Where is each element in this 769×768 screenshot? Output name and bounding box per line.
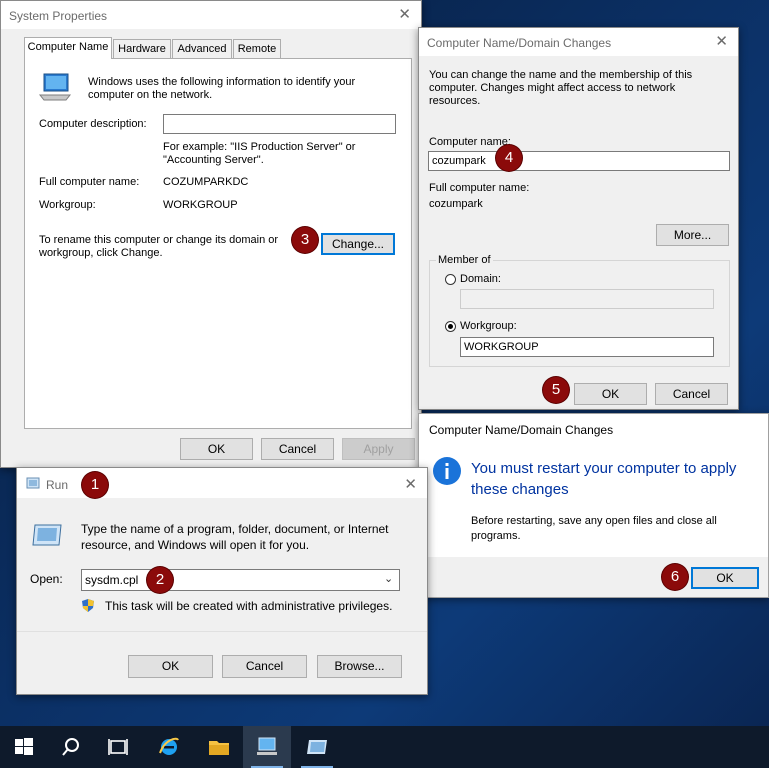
tab-remote[interactable]: Remote: [233, 39, 281, 58]
run-description: Type the name of a program, folder, docu…: [81, 522, 389, 552]
window-title: Run: [46, 478, 69, 492]
tab-advanced[interactable]: Advanced: [172, 39, 232, 58]
full-computer-name-label: Full computer name:: [429, 182, 530, 194]
file-explorer-button[interactable]: [195, 726, 243, 768]
step-badge-2: 2: [147, 567, 173, 593]
intro-text: You can change the name and the membersh…: [429, 69, 693, 107]
workgroup-label: Workgroup:: [39, 199, 96, 211]
workgroup-label: Workgroup:: [460, 320, 517, 332]
open-label: Open:: [30, 572, 63, 586]
apply-button[interactable]: Apply: [342, 438, 415, 460]
computer-icon: [257, 737, 277, 755]
start-button[interactable]: [0, 726, 48, 768]
step-badge-1: 1: [82, 472, 108, 498]
restart-dialog: Computer Name/Domain Changes You must re…: [418, 413, 769, 598]
tab-hardware[interactable]: Hardware: [113, 39, 171, 58]
run-taskbar-button[interactable]: [293, 726, 341, 768]
info-icon: [432, 456, 462, 489]
title-bar[interactable]: Run ✕: [17, 468, 427, 498]
step-badge-6: 6: [662, 564, 688, 590]
search-icon: [62, 738, 79, 756]
folder-icon: [209, 741, 229, 755]
change-button[interactable]: Change...: [321, 233, 395, 255]
computer-description-label: Computer description:: [39, 118, 147, 130]
domain-changes-window: Computer Name/Domain Changes ✕ You can c…: [418, 27, 739, 410]
example-text: For example: "IIS Production Server" or …: [163, 141, 356, 166]
title-bar[interactable]: Computer Name/Domain Changes ✕: [419, 28, 738, 56]
task-view-icon: [108, 739, 128, 755]
close-icon[interactable]: ✕: [398, 6, 411, 24]
close-icon[interactable]: ✕: [715, 33, 728, 51]
internet-explorer-button[interactable]: [145, 726, 193, 768]
search-button[interactable]: [47, 726, 95, 768]
admin-note: This task will be created with administr…: [105, 599, 393, 613]
task-view-button[interactable]: [94, 726, 142, 768]
domain-radio[interactable]: [445, 274, 456, 285]
full-computer-name-label: Full computer name:: [39, 176, 140, 188]
system-properties-window: System Properties ✕ Computer Name Hardwa…: [0, 0, 422, 468]
computer-name-field[interactable]: cozumpark: [428, 151, 730, 171]
domain-field[interactable]: [460, 289, 714, 309]
cancel-button[interactable]: Cancel: [222, 655, 307, 678]
workgroup-field[interactable]: WORKGROUP: [460, 337, 714, 357]
rename-instructions: To rename this computer or change its do…: [39, 234, 279, 259]
step-badge-3: 3: [292, 227, 318, 253]
internet-explorer-icon: [159, 737, 179, 755]
step-badge-5: 5: [543, 377, 569, 403]
computer-icon: [38, 73, 72, 104]
browse-button[interactable]: Browse...: [317, 655, 402, 678]
restart-message: You must restart your computer to apply …: [471, 460, 737, 498]
intro-text: Windows uses the following information t…: [88, 76, 356, 101]
dialog-title: Computer Name/Domain Changes: [429, 423, 614, 437]
workgroup-value: WORKGROUP: [163, 199, 238, 211]
ok-button[interactable]: OK: [128, 655, 213, 678]
member-of-label: Member of: [436, 254, 493, 267]
workgroup-radio[interactable]: [445, 321, 456, 332]
run-icon: [307, 740, 327, 754]
more-button[interactable]: More...: [656, 224, 729, 246]
computer-name-label: Computer name:: [429, 136, 511, 148]
system-properties-taskbar-button[interactable]: [243, 726, 291, 768]
window-title: System Properties: [9, 9, 108, 23]
restart-detail: Before restarting, save any open files a…: [471, 515, 717, 542]
taskbar: [0, 726, 769, 768]
cancel-button[interactable]: Cancel: [655, 383, 728, 405]
title-bar[interactable]: System Properties ✕: [1, 1, 421, 29]
window-title: Computer Name/Domain Changes: [427, 36, 612, 50]
windows-logo-icon: [15, 738, 33, 755]
ok-button[interactable]: OK: [691, 567, 759, 589]
chevron-down-icon[interactable]: ⌄: [384, 572, 393, 585]
tab-computer-name[interactable]: Computer Name: [24, 37, 112, 59]
run-icon: [31, 523, 63, 552]
ok-button[interactable]: OK: [180, 438, 253, 460]
full-computer-name-value: COZUMPARKDC: [163, 176, 249, 188]
computer-description-field[interactable]: [163, 114, 396, 134]
step-badge-4: 4: [496, 145, 522, 171]
shield-icon: [81, 598, 95, 616]
run-dialog: Run ✕ Type the name of a program, folder…: [16, 467, 428, 695]
ok-button[interactable]: OK: [574, 383, 647, 405]
full-computer-name-value: cozumpark: [429, 198, 483, 210]
domain-label: Domain:: [460, 273, 501, 285]
open-field[interactable]: sysdm.cpl: [81, 569, 400, 591]
cancel-button[interactable]: Cancel: [261, 438, 334, 460]
close-icon[interactable]: ✕: [404, 476, 417, 494]
run-title-icon: [26, 477, 40, 492]
